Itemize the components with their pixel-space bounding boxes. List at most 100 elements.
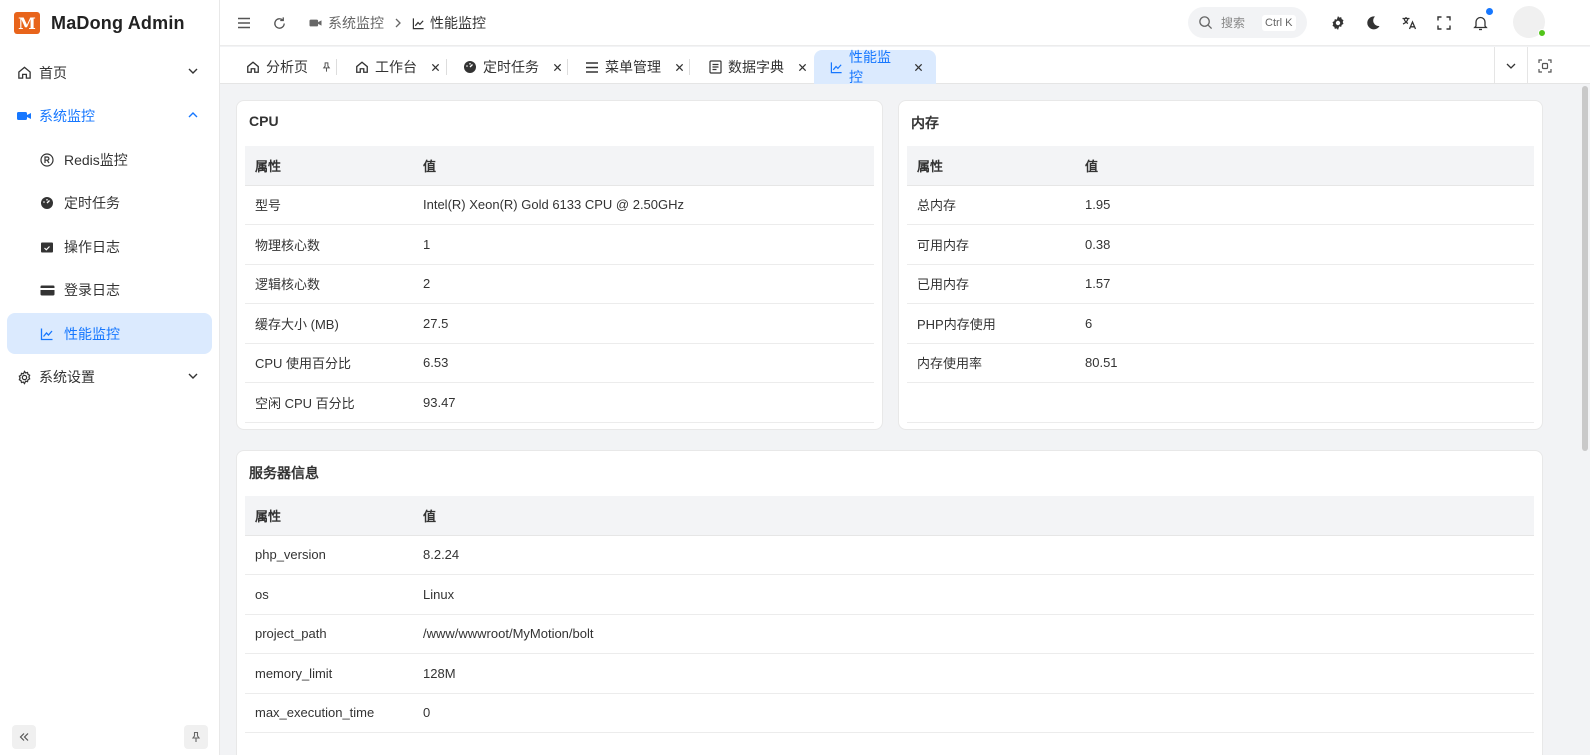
chart-line-icon xyxy=(830,60,843,74)
table-cell: 1.57 xyxy=(1085,276,1111,292)
table-cell: 型号 xyxy=(255,198,282,214)
table-row: 可用内存 0.38 xyxy=(907,225,1534,265)
theme-toggle-button[interactable] xyxy=(1362,12,1384,34)
tab-analytics[interactable]: 分析页 xyxy=(246,50,332,84)
tabs-bar: 分析页 工作台 定时任务 菜单管理 数据字典 性能监控 xyxy=(220,47,1590,85)
tabs-dropdown-button[interactable] xyxy=(1494,47,1527,84)
sidebar-item-redis-monitor[interactable]: Redis监控 xyxy=(7,139,212,180)
table-cell: PHP内存使用 xyxy=(917,316,996,332)
chevron-up-icon xyxy=(187,109,199,121)
tab-workbench[interactable]: 工作台 xyxy=(355,50,441,84)
breadcrumb-item-performance-monitor: 性能监控 xyxy=(412,13,486,33)
table-header-row: 属性 值 xyxy=(245,146,874,186)
chart-line-icon xyxy=(412,17,425,30)
brand[interactable]: M MaDong Admin xyxy=(0,0,219,46)
language-button[interactable] xyxy=(1398,12,1420,34)
pin-sidebar-button[interactable] xyxy=(184,725,208,749)
sidebar-item-label: 系统设置 xyxy=(39,369,95,385)
table-row: PHP内存使用 6 xyxy=(907,304,1534,344)
table-cell: max_execution_time xyxy=(255,705,375,721)
collapse-sidebar-button[interactable] xyxy=(12,725,36,749)
table-cell: Linux xyxy=(423,586,455,602)
table-header-cell: 值 xyxy=(423,158,437,174)
table-cell: php_version xyxy=(255,547,326,563)
table-row-empty xyxy=(907,383,1534,423)
home-icon xyxy=(246,60,260,74)
table-cell: 可用内存 xyxy=(917,237,970,253)
table-row: php_version 8.2.24 xyxy=(245,536,1534,575)
tab-divider xyxy=(689,59,690,75)
gauge-icon xyxy=(39,195,55,211)
server-info-table: 属性 值 php_version 8.2.24 os Linux project_p… xyxy=(245,496,1534,733)
sidebar-item-system-monitor[interactable]: 系统监控 xyxy=(7,96,212,137)
card-title: 服务器信息 xyxy=(249,465,319,481)
tab-scheduled-tasks[interactable]: 定时任务 xyxy=(463,50,563,84)
sidebar-item-operation-log[interactable]: 操作日志 xyxy=(7,226,212,267)
sidebar-item-login-log[interactable]: 登录日志 xyxy=(7,270,212,311)
table-cell: 1.95 xyxy=(1085,197,1111,213)
close-icon[interactable] xyxy=(551,61,563,73)
pin-icon[interactable] xyxy=(320,61,332,73)
gauge-icon xyxy=(463,60,477,74)
tab-label: 分析页 xyxy=(266,59,308,75)
table-cell: 80.51 xyxy=(1085,355,1118,371)
tab-menu-management[interactable]: 菜单管理 xyxy=(585,50,685,84)
table-cell: Intel(R) Xeon(R) Gold 6133 CPU @ 2.50GHz xyxy=(423,197,685,213)
search-button[interactable]: 搜索 Ctrl K xyxy=(1188,7,1307,38)
tab-label: 菜单管理 xyxy=(605,59,661,75)
breadcrumb-separator xyxy=(394,17,402,29)
table-cell: CPU 使用百分比 xyxy=(255,356,352,372)
table-cell: 6 xyxy=(1085,315,1093,331)
table-cell: 物理核心数 xyxy=(255,237,321,253)
table-cell: 0.38 xyxy=(1085,236,1111,252)
close-icon[interactable] xyxy=(913,61,924,73)
sidebar-item-label: 系统监控 xyxy=(39,108,95,124)
table-header-row: 属性 值 xyxy=(907,146,1534,186)
sidebar-item-performance-monitor[interactable]: 性能监控 xyxy=(7,313,212,354)
table-row: project_path/www/wwwroot/MyMotion/bolt xyxy=(245,615,1534,654)
gear-icon xyxy=(1330,15,1346,31)
server-info-card: 服务器信息 属性 值 php_version 8.2.24 os Linux pro… xyxy=(236,450,1543,755)
fullscreen-icon xyxy=(1437,16,1451,30)
table-row: os Linux xyxy=(245,575,1534,615)
pin-icon xyxy=(190,731,202,743)
card-title: 内存 xyxy=(911,115,939,131)
tab-label: 工作台 xyxy=(375,59,417,75)
menu-toggle-button[interactable] xyxy=(233,12,255,34)
tab-data-dictionary[interactable]: 数据字典 xyxy=(708,50,808,84)
brand-logo: M xyxy=(14,12,40,34)
close-icon[interactable] xyxy=(429,61,441,73)
tab-performance-monitor[interactable]: 性能监控 xyxy=(814,49,936,85)
sidebar-item-home[interactable]: 首页 xyxy=(7,52,212,93)
notifications-button[interactable] xyxy=(1469,12,1491,34)
home-icon xyxy=(16,65,32,81)
sidebar-item-system-settings[interactable]: 系统设置 xyxy=(7,357,212,398)
table-row: 型号 Intel(R) Xeon(R) Gold 6133 CPU @ 2.50G… xyxy=(245,186,874,225)
tab-divider xyxy=(336,59,337,75)
table-cell: 27.5 xyxy=(423,315,449,331)
preferences-button[interactable] xyxy=(1327,12,1349,34)
table-cell: 逻辑核心数 xyxy=(255,277,321,293)
table-cell: 空闲 CPU 百分比 xyxy=(255,395,355,411)
table-row: 空闲 CPU 百分比 93.47 xyxy=(245,383,874,423)
table-row: 缓存大小 (MB) 27.5 xyxy=(245,304,874,344)
tabs-maximize-button[interactable] xyxy=(1527,47,1590,84)
sidebar-item-label: 定时任务 xyxy=(64,195,120,211)
table-cell: 6.53 xyxy=(423,355,449,371)
sidebar-item-label: 性能监控 xyxy=(64,325,120,342)
tab-label: 数据字典 xyxy=(728,59,784,75)
fullscreen-button[interactable] xyxy=(1433,12,1455,34)
refresh-button[interactable] xyxy=(268,12,290,34)
memory-table: 属性 值 总内存 1.95 可用内存 0.38 已用内存 1.57 PHP内存使用 6 … xyxy=(907,146,1534,423)
table-cell: os xyxy=(255,586,269,602)
close-icon[interactable] xyxy=(673,61,685,73)
table-cell: memory_limit xyxy=(255,665,333,681)
breadcrumb-item-system-monitor[interactable]: 系统监控 xyxy=(308,13,384,33)
top-header: 系统监控 性能监控 搜索 Ctrl K xyxy=(220,0,1590,46)
sidebar-item-scheduled-tasks[interactable]: 定时任务 xyxy=(7,183,212,224)
bell-icon xyxy=(1472,15,1488,31)
moon-icon xyxy=(1365,15,1381,31)
close-icon[interactable] xyxy=(796,61,808,73)
avatar[interactable] xyxy=(1513,6,1546,38)
page-scrollbar[interactable] xyxy=(1582,86,1588,451)
